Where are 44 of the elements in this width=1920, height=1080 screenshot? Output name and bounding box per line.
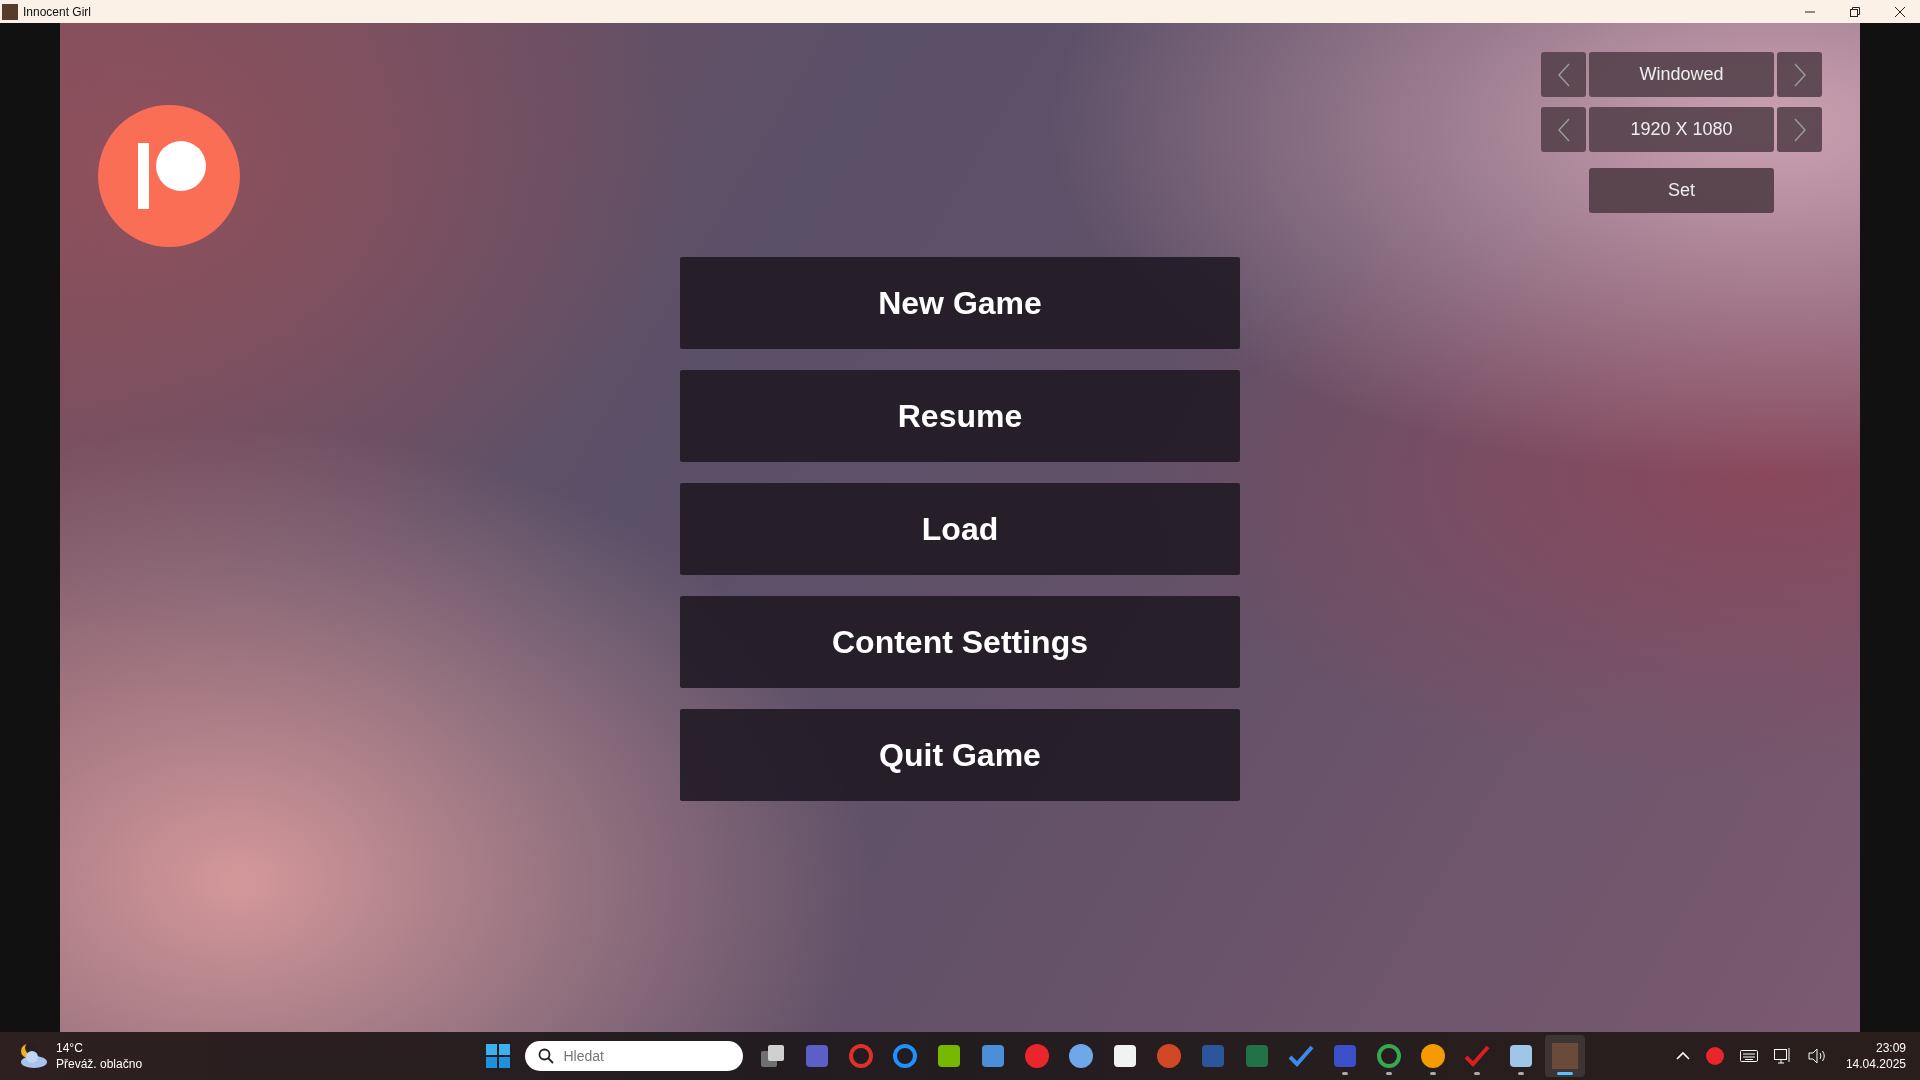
app-photo-icon: [2, 3, 18, 20]
ring-app-icon[interactable]: [848, 1043, 875, 1069]
set-button[interactable]: Set: [1589, 168, 1774, 213]
resolution-value: 1920 X 1080: [1589, 107, 1774, 152]
menu-button[interactable]: Load: [680, 483, 1240, 575]
close-icon[interactable]: [1894, 5, 1906, 18]
square-app-icon[interactable]: [936, 1043, 963, 1069]
network-icon[interactable]: [1773, 1047, 1792, 1065]
chevron-right-icon: [1792, 61, 1807, 88]
search-field[interactable]: Hledat: [525, 1041, 744, 1071]
clock-time[interactable]: 23:09: [1875, 1040, 1906, 1056]
restore-icon[interactable]: [1849, 5, 1861, 18]
speaker-icon[interactable]: [1807, 1048, 1826, 1064]
circle-app-icon[interactable]: [1420, 1043, 1447, 1069]
chevron-left-icon: [1556, 61, 1571, 88]
checkmark-icon[interactable]: [1288, 1043, 1315, 1069]
keyboard-icon[interactable]: [1739, 1050, 1758, 1062]
chevron-up-icon[interactable]: [1675, 1051, 1690, 1061]
stacked-squares-icon[interactable]: [760, 1043, 787, 1069]
menu-button[interactable]: Content Settings: [680, 596, 1240, 688]
cloud-moon-icon[interactable]: [18, 1043, 48, 1069]
search-icon: [538, 1048, 555, 1064]
circle-app-icon[interactable]: [1156, 1043, 1183, 1069]
circle-app-icon[interactable]: [1705, 1047, 1724, 1065]
chevron-left-icon: [1556, 116, 1571, 143]
square-app-icon[interactable]: [1112, 1043, 1139, 1069]
logo-icon[interactable]: [98, 105, 240, 247]
chevron-right-icon: [1792, 116, 1807, 143]
weather-text: Převáž. oblačno: [56, 1056, 143, 1072]
start-icon[interactable]: [486, 1044, 511, 1068]
ring-app-icon[interactable]: [1376, 1043, 1403, 1069]
menu-button[interactable]: Quit Game: [680, 709, 1240, 801]
circle-app-icon[interactable]: [1024, 1043, 1051, 1069]
menu-button[interactable]: New Game: [680, 257, 1240, 349]
photo-thumbnail-icon[interactable]: [1552, 1043, 1579, 1069]
clock-date[interactable]: 14.04.2025: [1845, 1056, 1906, 1072]
checkmark-icon[interactable]: [1464, 1043, 1491, 1069]
square-app-icon[interactable]: [1508, 1043, 1535, 1069]
window-title: Innocent Girl: [23, 4, 92, 19]
ring-app-icon[interactable]: [892, 1043, 919, 1069]
circle-app-icon[interactable]: [1068, 1043, 1095, 1069]
display-mode-value: Windowed: [1589, 52, 1774, 97]
menu-button[interactable]: Resume: [680, 370, 1240, 462]
temperature-text: 14°C: [56, 1040, 84, 1056]
